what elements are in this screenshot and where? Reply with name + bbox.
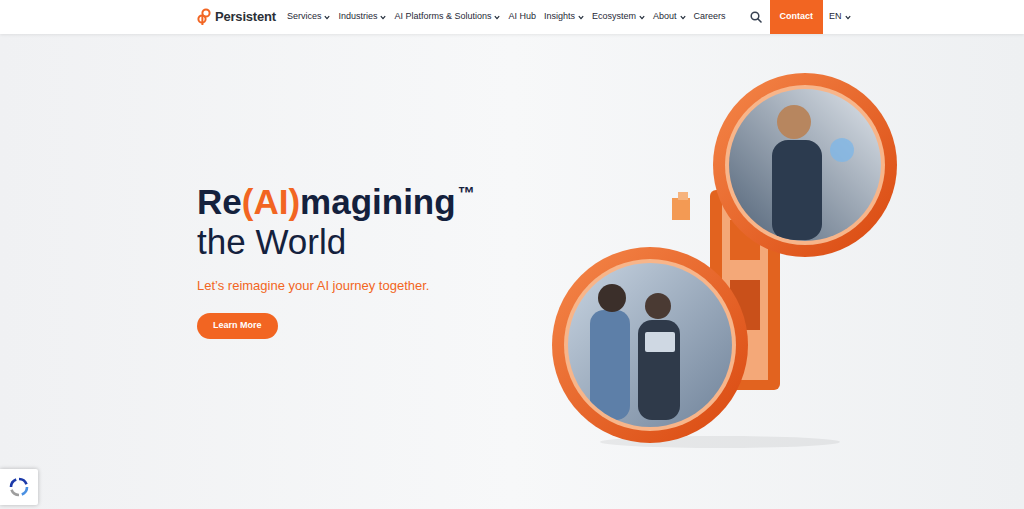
nav-item-label: Ecosystem xyxy=(592,10,636,24)
hero: Re(AI)magining™ the World Let’s reimagin… xyxy=(0,34,1024,509)
contact-button[interactable]: Contact xyxy=(770,0,824,34)
learn-more-button[interactable]: Learn More xyxy=(197,313,278,339)
chevron-down-icon xyxy=(845,15,851,20)
chevron-down-icon xyxy=(680,15,686,20)
nav-item[interactable]: AI Hub xyxy=(508,10,536,24)
headline-text: magining xyxy=(300,182,456,221)
nav-item-label: Careers xyxy=(694,10,726,24)
nav-menu: Services Industries AI Platforms & Solutio… xyxy=(287,0,726,34)
recaptcha-badge[interactable] xyxy=(0,469,38,505)
headline-segment: ™ xyxy=(458,184,475,203)
headline-text: ™ xyxy=(458,184,475,203)
nav-item-label: About xyxy=(653,10,677,24)
headline-text: Re xyxy=(197,182,242,221)
nav-item[interactable]: Insights xyxy=(544,10,584,24)
nav-item-label: Services xyxy=(287,10,322,24)
nav-item[interactable]: Careers xyxy=(694,10,726,24)
language-label: EN xyxy=(829,10,842,24)
headline-text: (AI) xyxy=(242,182,300,221)
logo-icon xyxy=(197,8,211,26)
tagline: Let’s reimagine your AI journey together… xyxy=(197,276,429,296)
headline: Re(AI)magining™ xyxy=(197,182,475,222)
hero-graphic xyxy=(550,70,910,450)
chevron-down-icon xyxy=(380,15,386,20)
learn-more-label: Learn More xyxy=(213,319,262,333)
language-select[interactable]: EN xyxy=(829,0,851,34)
contact-label: Contact xyxy=(780,10,814,24)
logo[interactable]: Persistent xyxy=(197,0,276,34)
headline-segment: magining xyxy=(300,182,456,221)
subheadline: the World xyxy=(197,222,346,262)
lower-photo xyxy=(565,260,735,430)
search-icon xyxy=(750,11,762,23)
chevron-down-icon xyxy=(494,15,500,20)
nav-item-label: AI Hub xyxy=(508,10,536,24)
nav-item-label: Industries xyxy=(338,10,377,24)
nav-item[interactable]: AI Platforms & Solutions xyxy=(394,10,500,24)
upper-photo xyxy=(725,85,885,245)
headline-segment: Re xyxy=(197,182,242,221)
lower-ring xyxy=(552,247,748,443)
upper-ring xyxy=(713,73,897,257)
chevron-down-icon xyxy=(639,15,645,20)
recaptcha-icon xyxy=(8,476,30,498)
accent-block xyxy=(672,198,690,220)
nav-item[interactable]: Industries xyxy=(338,10,386,24)
nav-item[interactable]: Services xyxy=(287,10,331,24)
top-nav: Persistent Services Industries AI Platform… xyxy=(0,0,1024,34)
nav-item-label: AI Platforms & Solutions xyxy=(394,10,491,24)
search-button[interactable] xyxy=(750,0,762,34)
headline-segment: (AI) xyxy=(242,182,300,221)
chevron-down-icon xyxy=(578,15,584,20)
logo-text: Persistent xyxy=(215,7,276,27)
chevron-down-icon xyxy=(324,15,330,20)
nav-item[interactable]: About xyxy=(653,10,686,24)
nav-item[interactable]: Ecosystem xyxy=(592,10,645,24)
nav-item-label: Insights xyxy=(544,10,575,24)
hero-text: Re(AI)magining™ the World Let’s reimagin… xyxy=(197,34,550,509)
